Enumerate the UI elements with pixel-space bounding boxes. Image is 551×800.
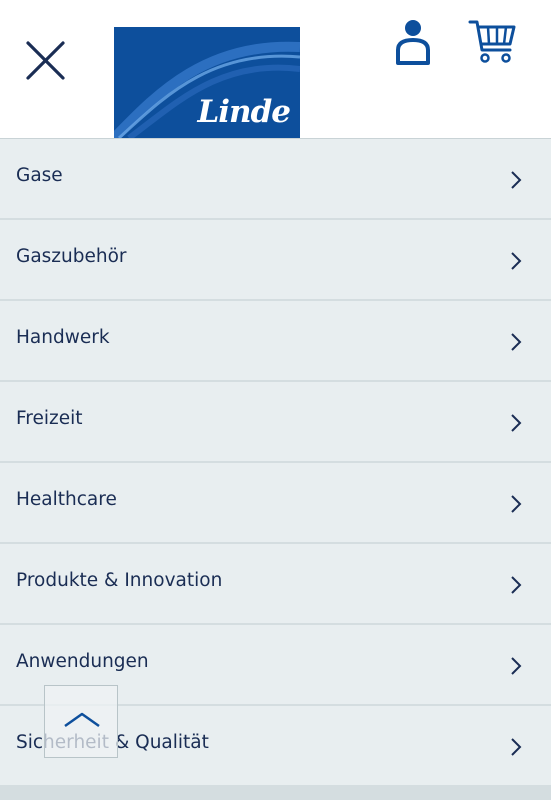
chevron-right-icon	[511, 171, 522, 189]
cart-button[interactable]	[468, 18, 518, 66]
chevron-right-icon	[511, 657, 522, 675]
menu-item-label: Healthcare	[16, 489, 117, 510]
menu-item-healthcare[interactable]: Healthcare	[0, 463, 551, 542]
chevron-right-icon	[511, 414, 522, 432]
user-icon	[396, 20, 430, 65]
menu-item-handwerk[interactable]: Handwerk	[0, 301, 551, 380]
scroll-to-top-button[interactable]	[44, 685, 118, 758]
header: Linde	[0, 0, 551, 138]
menu-item-label: Gaszubehör	[16, 246, 127, 267]
menu-item-label: Gase	[16, 165, 63, 186]
chevron-right-icon	[511, 495, 522, 513]
cart-icon	[468, 20, 516, 63]
chevron-right-icon	[511, 576, 522, 594]
menu-item-freizeit[interactable]: Freizeit	[0, 382, 551, 461]
menu-item-gase[interactable]: Gase	[0, 139, 551, 218]
chevron-right-icon	[511, 333, 522, 351]
close-icon	[26, 41, 65, 80]
logo-text: Linde	[197, 94, 291, 130]
menu-item-gaszubehoer[interactable]: Gaszubehör	[0, 220, 551, 299]
chevron-right-icon	[511, 252, 522, 270]
chevron-right-icon	[511, 738, 522, 756]
chevron-up-icon	[64, 712, 100, 728]
account-button[interactable]	[394, 18, 432, 66]
close-menu-button[interactable]	[22, 38, 68, 84]
menu-item-label: Freizeit	[16, 408, 83, 429]
menu-item-produkte-innovation[interactable]: Produkte & Innovation	[0, 544, 551, 623]
linde-logo[interactable]: Linde	[114, 27, 300, 138]
menu-item-label: Produkte & Innovation	[16, 570, 223, 591]
menu-item-label: Handwerk	[16, 327, 110, 348]
menu-item-label: Anwendungen	[16, 651, 149, 672]
